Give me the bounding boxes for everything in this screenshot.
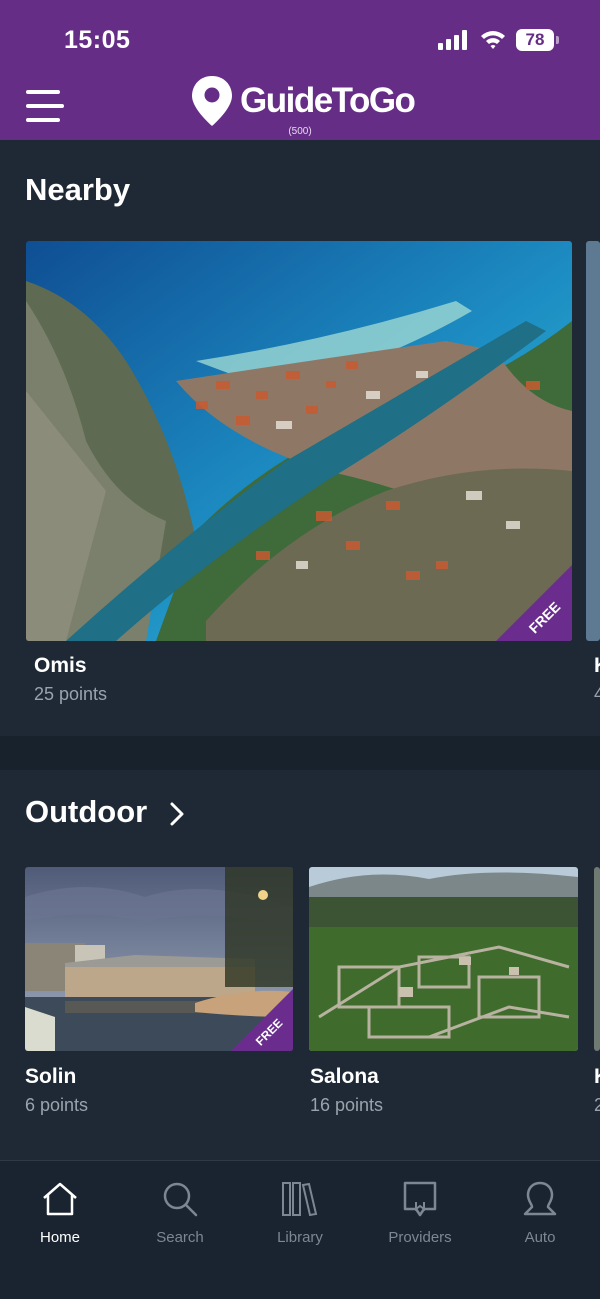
app-header: 15:05 78 GuideToGo (500) [0,0,600,140]
tab-providers-label: Providers [388,1229,452,1246]
tab-library[interactable]: Library [240,1181,360,1271]
omis-points: 25 points [34,684,108,704]
salona-card-image[interactable] [309,867,578,1051]
menu-button[interactable] [24,88,64,124]
free-badge: FREE [496,565,572,641]
omis-photo [26,241,572,641]
outdoor-title-label: Outdoor [25,794,148,829]
chevron-right-icon [170,802,184,826]
providers-icon [403,1181,437,1217]
salona-points: 16 points [310,1095,384,1115]
app-logo: GuideToGo [190,75,420,127]
tab-auto-label: Auto [524,1229,556,1246]
next-card-points-peek: 4 [594,684,600,704]
third-card-points-peek: 2 [594,1095,600,1115]
auto-icon [523,1181,557,1216]
status-time: 15:05 [64,26,131,54]
next-card-title-peek[interactable]: K [594,654,600,678]
third-card-title-peek[interactable]: K [594,1065,600,1089]
solin-card-image[interactable]: FREE [25,867,293,1051]
omis-title[interactable]: Omis [34,654,87,678]
salona-title[interactable]: Salona [310,1065,379,1089]
solin-title[interactable]: Solin [25,1065,76,1089]
salona-photo [309,867,578,1051]
bottom-tab-bar: Home Search Library Providers Auto [0,1160,600,1299]
tab-home-label: Home [39,1229,80,1246]
solin-points: 6 points [25,1095,89,1115]
search-icon [163,1182,198,1217]
third-card-image-peek[interactable] [594,867,600,1051]
next-card-image-peek[interactable] [586,241,600,641]
tab-library-label: Library [277,1229,323,1246]
omis-card-image[interactable]: FREE [26,241,572,641]
tab-search-label: Search [156,1229,204,1246]
tab-providers[interactable]: Providers [360,1181,480,1271]
section-divider [0,736,600,770]
nearby-title: Nearby [25,172,131,207]
battery-icon: 78 [516,29,560,51]
signal-icon [438,30,467,50]
tab-auto[interactable]: Auto [480,1181,600,1271]
tab-home[interactable]: Home [0,1181,120,1271]
outdoor-title[interactable]: Outdoor [25,794,184,830]
home-icon [43,1182,77,1216]
logo-text: GuideToGo [240,81,416,120]
free-badge: FREE [231,989,293,1051]
tab-search[interactable]: Search [120,1181,240,1271]
guide-count: (500) [288,126,312,137]
library-icon [282,1182,318,1217]
battery-level: 78 [516,29,554,51]
wifi-icon [481,31,505,49]
location-pin-icon [192,76,232,126]
